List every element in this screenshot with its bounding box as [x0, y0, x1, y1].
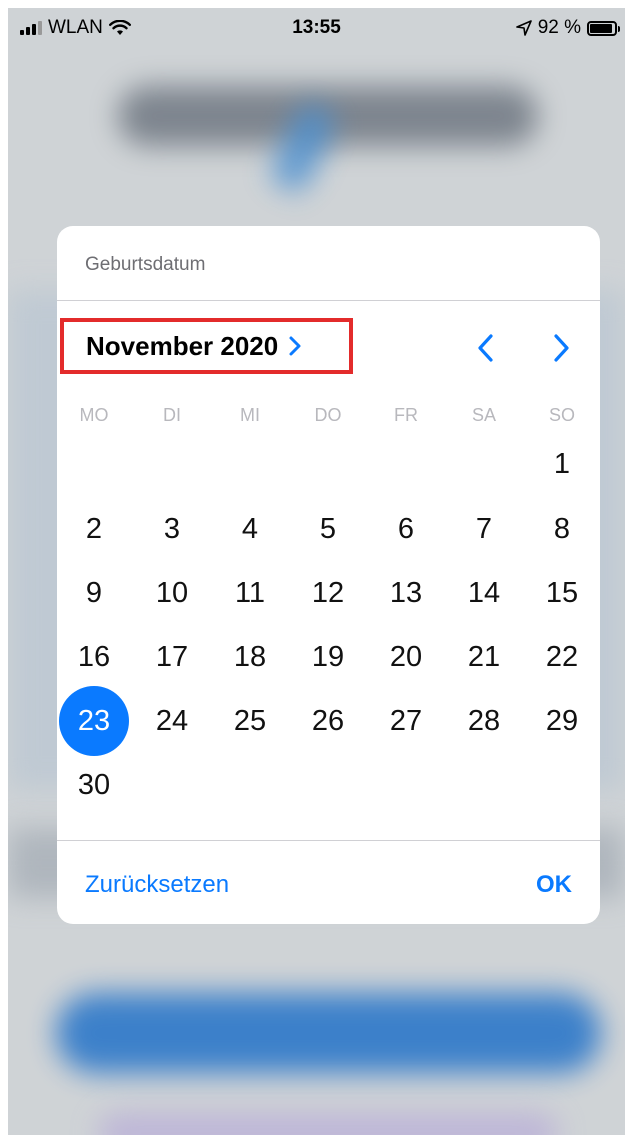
- weekday-label: MI: [240, 405, 260, 425]
- next-month-button[interactable]: [542, 326, 582, 370]
- ok-button[interactable]: OK: [536, 871, 572, 899]
- day-cell[interactable]: 12: [293, 569, 363, 617]
- battery-icon: [587, 20, 620, 36]
- day-cell[interactable]: 15: [527, 569, 597, 617]
- day-cell[interactable]: 28: [449, 697, 519, 745]
- day-cell[interactable]: 2: [59, 505, 129, 553]
- chevron-right-icon: [289, 336, 301, 356]
- day-cell[interactable]: 20: [371, 633, 441, 681]
- day-cell[interactable]: 19: [293, 633, 363, 681]
- day-cell[interactable]: 27: [371, 697, 441, 745]
- status-right: 92 %: [515, 17, 620, 39]
- footer-divider: [57, 840, 600, 841]
- day-cell[interactable]: 6: [371, 505, 441, 553]
- day-cell[interactable]: 13: [371, 569, 441, 617]
- date-picker-dialog: Geburtsdatum November 2020 MO DI MI DO FR SA S…: [57, 226, 600, 924]
- chevron-right-icon: [554, 334, 569, 362]
- day-cell[interactable]: 21: [449, 633, 519, 681]
- battery-percent: 92 %: [537, 17, 581, 38]
- day-cell[interactable]: 1: [527, 440, 597, 488]
- day-cell[interactable]: 10: [137, 569, 207, 617]
- location-arrow-icon: [515, 20, 532, 36]
- day-cell[interactable]: 11: [215, 569, 285, 617]
- selected-day[interactable]: 23: [59, 686, 129, 756]
- bg-blurred-bottom: [98, 1113, 558, 1135]
- day-cell[interactable]: 29: [527, 697, 597, 745]
- weekday-label: SO: [548, 405, 575, 425]
- day-cell[interactable]: 24: [137, 697, 207, 745]
- weekday-label: MO: [79, 405, 109, 425]
- weekday-label: FR: [394, 405, 418, 425]
- header-divider: [57, 300, 600, 301]
- day-cell[interactable]: 5: [293, 505, 363, 553]
- weekday-label: DO: [314, 405, 342, 425]
- day-cell[interactable]: 4: [215, 505, 285, 553]
- day-cell[interactable]: 8: [527, 505, 597, 553]
- day-cell[interactable]: 30: [59, 761, 129, 809]
- day-cell[interactable]: 26: [293, 697, 363, 745]
- day-cell[interactable]: 14: [449, 569, 519, 617]
- day-cell[interactable]: 3: [137, 505, 207, 553]
- chevron-left-icon: [478, 334, 493, 362]
- dialog-title: Geburtsdatum: [85, 254, 206, 275]
- day-cell[interactable]: 9: [59, 569, 129, 617]
- month-year-label: November 2020: [86, 330, 279, 361]
- status-bar: WLAN 13:55 92 %: [8, 8, 625, 48]
- day-cell[interactable]: 16: [59, 633, 129, 681]
- day-cell[interactable]: 18: [215, 633, 285, 681]
- bg-blurred-button: [56, 993, 601, 1073]
- prev-month-button[interactable]: [465, 326, 505, 370]
- month-year-selector[interactable]: November 2020: [60, 318, 353, 374]
- day-cell[interactable]: 17: [137, 633, 207, 681]
- day-cell[interactable]: 25: [215, 697, 285, 745]
- day-cell[interactable]: 7: [449, 505, 519, 553]
- reset-button[interactable]: Zurücksetzen: [85, 871, 229, 899]
- day-cell[interactable]: 22: [527, 633, 597, 681]
- weekday-label: DI: [163, 405, 181, 425]
- weekday-label: SA: [471, 405, 496, 425]
